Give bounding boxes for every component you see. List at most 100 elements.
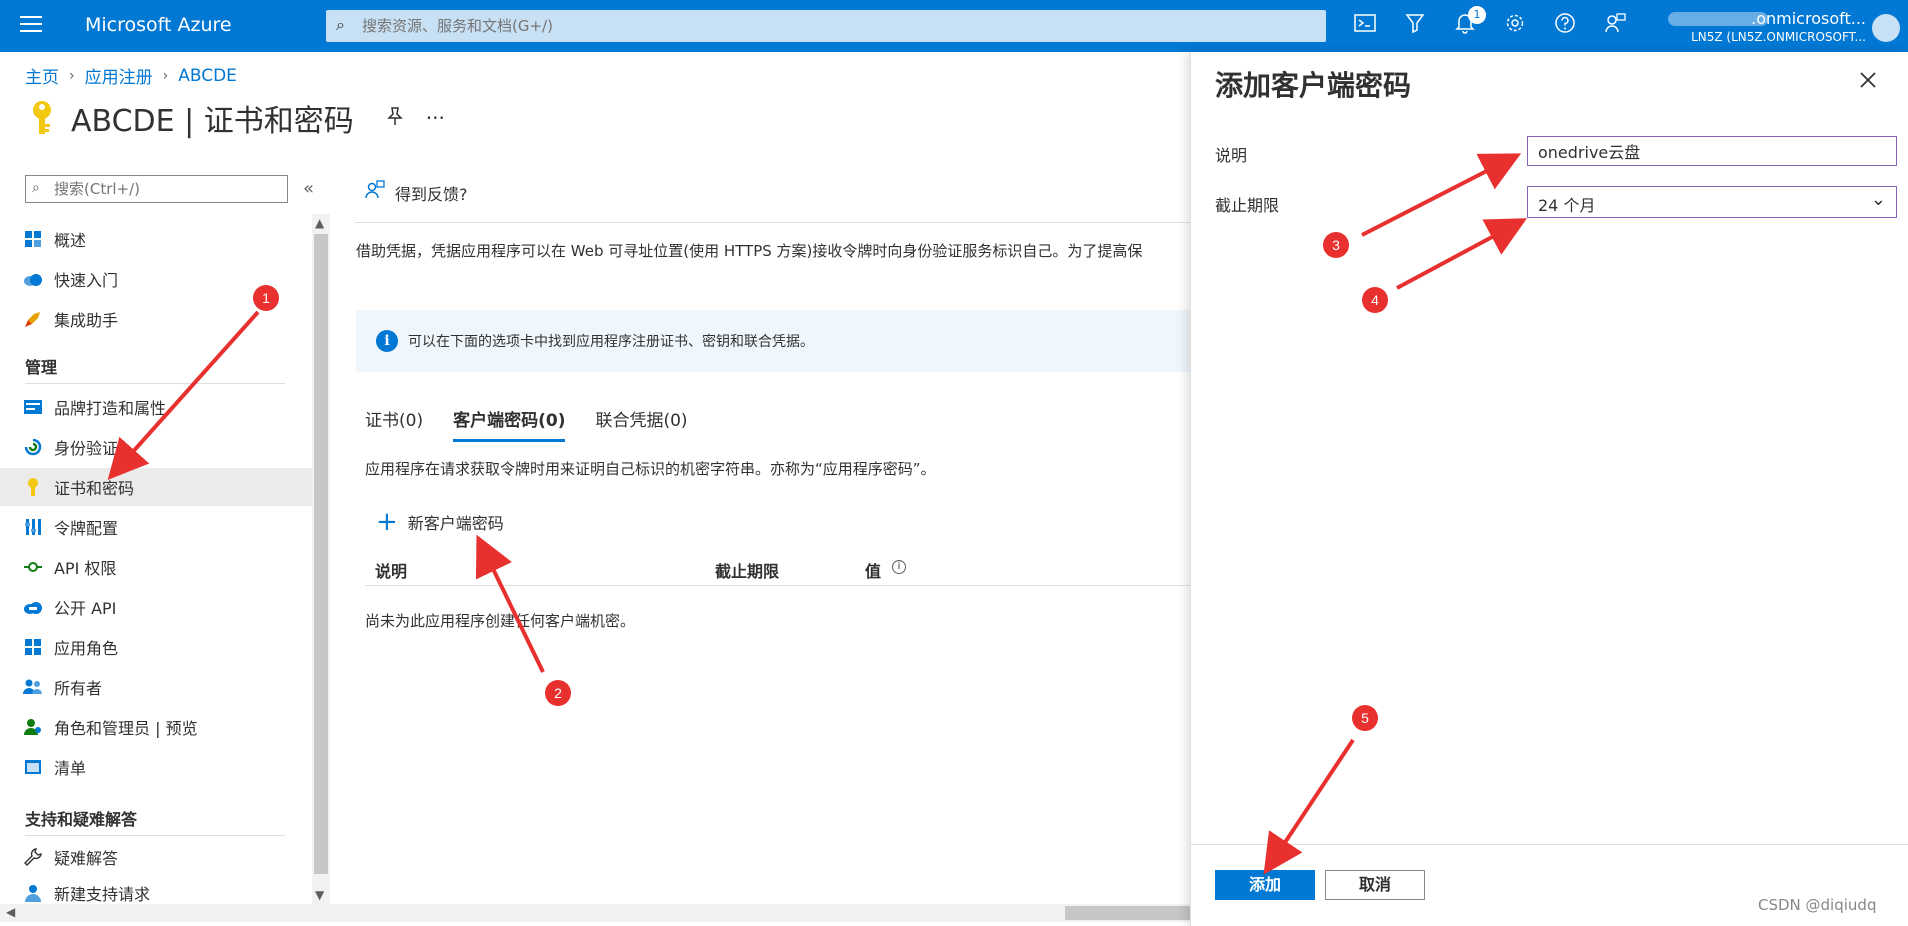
directory-filter-icon[interactable] [1390, 12, 1440, 40]
breadcrumb-app-registrations[interactable]: 应用注册 [85, 63, 153, 88]
global-search[interactable]: ⌕ [326, 10, 1326, 42]
rocket-icon [22, 308, 44, 330]
feedback-link[interactable]: 得到反馈? [365, 180, 468, 205]
sidebar-search[interactable]: ⌕ [25, 175, 288, 203]
sidebar-item-label: 概述 [54, 231, 87, 250]
cancel-button[interactable]: 取消 [1325, 870, 1425, 900]
close-icon[interactable] [1859, 66, 1877, 96]
horizontal-scrollbar[interactable]: ◀ [0, 904, 1190, 922]
scrollbar-thumb[interactable] [314, 234, 328, 874]
scrollbar-thumb[interactable] [1065, 906, 1190, 920]
tab-federated-credentials[interactable]: 联合凭据(0) [595, 406, 687, 442]
roles-admin-icon [22, 716, 44, 738]
search-icon: ⌕ [336, 15, 345, 34]
section-support: 支持和疑难解答 [25, 810, 138, 829]
sidebar-item-label: 身份验证 [54, 439, 119, 458]
plus-icon: + [376, 507, 398, 537]
panel-title: 添加客户端密码 [1215, 69, 1412, 102]
sidebar-item-manifest[interactable]: 清单 [0, 748, 312, 786]
branding-icon [22, 396, 44, 418]
description-label: 说明 [1215, 146, 1248, 165]
chevron-down-icon[interactable]: ▼ [315, 888, 324, 902]
breadcrumb-app[interactable]: ABCDE [178, 66, 237, 86]
notification-badge: 1 [1468, 6, 1486, 24]
sidebar-item-troubleshooting[interactable]: 疑难解答 [0, 838, 312, 876]
chevron-down-icon: ⌄ [1870, 189, 1886, 210]
brand-title[interactable]: Microsoft Azure [85, 14, 232, 36]
key-icon [25, 98, 59, 138]
new-client-secret-button[interactable]: + 新客户端密码 [376, 507, 504, 537]
empty-table-message: 尚未为此应用程序创建任何客户端机密。 [365, 612, 636, 630]
feedback-label: 得到反馈? [395, 184, 468, 204]
cloud-shell-icon[interactable] [1340, 12, 1390, 40]
table-header: 说明 截止期限 值 i [365, 552, 1190, 586]
page-title: ABCDE | 证书和密码 [71, 104, 354, 139]
gear-icon[interactable] [1490, 12, 1540, 40]
api-permission-icon [22, 556, 44, 578]
global-search-input[interactable] [362, 14, 1302, 38]
annotation-marker-2: 2 [545, 680, 571, 706]
section-manage: 管理 [25, 358, 58, 377]
pin-icon[interactable] [386, 106, 404, 131]
sidebar-item-app-roles[interactable]: 应用角色 [0, 628, 312, 666]
sidebar-item-label: 疑难解答 [54, 849, 119, 868]
cloud-api-icon [22, 596, 44, 618]
collapse-sidebar-icon[interactable]: « [303, 178, 314, 199]
sidebar-item-expose-api[interactable]: 公开 API [0, 588, 312, 626]
top-bar: Microsoft Azure ⌕ 1 .onmicrosoft... LN5Z… [0, 0, 1908, 52]
sidebar-item-label: 应用角色 [54, 639, 119, 658]
divider [25, 835, 285, 836]
sidebar-scrollbar[interactable]: ▲ ▼ [312, 214, 330, 904]
support-icon [22, 882, 44, 904]
column-expires[interactable]: 截止期限 [715, 558, 779, 582]
divider [1191, 844, 1908, 845]
owners-icon [22, 676, 44, 698]
sidebar-search-input[interactable] [54, 179, 279, 199]
column-description[interactable]: 说明 [375, 558, 407, 582]
sidebar-item-label: 所有者 [54, 679, 103, 698]
sidebar-item-token-configuration[interactable]: 令牌配置 [0, 508, 312, 546]
info-banner: i 可以在下面的选项卡中找到应用程序注册证书、密钥和联合凭据。 [356, 310, 1191, 372]
more-options-icon[interactable]: ··· [426, 106, 445, 130]
chevron-right-icon: › [162, 67, 169, 84]
sidebar-item-label: 令牌配置 [54, 519, 119, 538]
sidebar-item-label: 品牌打造和属性 [54, 399, 167, 418]
sidebar-item-owners[interactable]: 所有者 [0, 668, 312, 706]
description-field[interactable] [1527, 136, 1897, 166]
account-menu[interactable]: .onmicrosoft... LN5Z (LN5Z.ONMICROSOFT..… [1660, 8, 1900, 48]
sidebar-item-label: 清单 [54, 759, 87, 778]
search-icon: ⌕ [32, 180, 40, 196]
watermark: CSDN @diqiudq [1758, 896, 1877, 914]
expiry-dropdown[interactable]: 24 个月 ⌄ [1527, 186, 1897, 218]
add-button[interactable]: 添加 [1215, 870, 1315, 900]
tabs: 证书(0) 客户端密码(0) 联合凭据(0) [365, 406, 718, 442]
column-value[interactable]: 值 [865, 558, 881, 582]
sidebar-item-api-permissions[interactable]: API 权限 [0, 548, 312, 586]
chevron-left-icon[interactable]: ◀ [6, 905, 15, 919]
sidebar-item-roles-admins[interactable]: 角色和管理员 | 预览 [0, 708, 312, 746]
sidebar-item-label: 新建支持请求 [54, 885, 151, 904]
sidebar-item-label: 快速入门 [54, 271, 119, 290]
sidebar-item-label: 集成助手 [54, 311, 119, 330]
help-icon[interactable] [1540, 12, 1590, 40]
sidebar-item-authentication[interactable]: 身份验证 [0, 428, 312, 466]
feedback-icon[interactable] [1590, 12, 1640, 40]
account-name: .onmicrosoft... [1751, 9, 1866, 28]
tab-certificates[interactable]: 证书(0) [365, 406, 423, 442]
divider [355, 222, 1190, 223]
sidebar-item-overview[interactable]: 概述 [0, 220, 312, 258]
tab-client-secrets[interactable]: 客户端密码(0) [453, 406, 566, 442]
info-text: 可以在下面的选项卡中找到应用程序注册证书、密钥和联合凭据。 [408, 334, 814, 350]
chevron-right-icon: › [69, 67, 75, 84]
app-roles-icon [22, 636, 44, 658]
sidebar-item-certificates-secrets[interactable]: 证书和密码 [0, 468, 312, 506]
chevron-up-icon[interactable]: ▲ [315, 216, 324, 230]
add-client-secret-panel: 添加客户端密码 说明 截止期限 24 个月 ⌄ 添加 取消 [1190, 52, 1908, 926]
breadcrumb-home[interactable]: 主页 [25, 63, 59, 88]
bell-icon[interactable]: 1 [1440, 6, 1490, 40]
hamburger-menu-icon[interactable] [20, 16, 42, 36]
info-icon[interactable]: i [892, 560, 906, 574]
grid-icon [22, 228, 44, 250]
sidebar-item-branding[interactable]: 品牌打造和属性 [0, 388, 312, 426]
avatar[interactable] [1872, 14, 1900, 42]
